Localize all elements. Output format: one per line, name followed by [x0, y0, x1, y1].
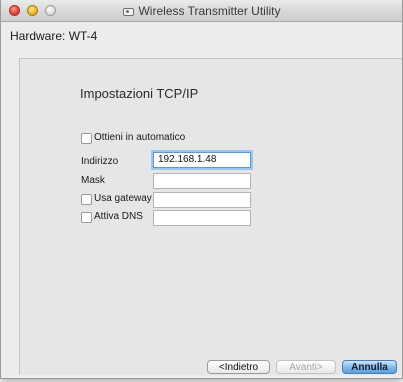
use-gateway-label: Usa gateway: [94, 193, 152, 204]
gateway-field[interactable]: [153, 192, 251, 208]
window-title-wrap: Wireless Transmitter Utility: [1, 4, 402, 18]
enable-dns-label: Attiva DNS: [94, 211, 143, 222]
cancel-button[interactable]: Annulla: [342, 360, 397, 374]
section-heading: Impostazioni TCP/IP: [80, 86, 199, 101]
title-bar[interactable]: Wireless Transmitter Utility: [1, 0, 402, 22]
auto-obtain-checkbox[interactable]: [81, 133, 92, 144]
dns-field[interactable]: [153, 210, 251, 226]
address-field[interactable]: [153, 152, 251, 168]
window-title: Wireless Transmitter Utility: [138, 4, 281, 18]
mask-label: Mask: [81, 175, 105, 186]
next-button[interactable]: Avanti>: [276, 360, 336, 374]
back-button[interactable]: <Indietro: [207, 360, 270, 374]
wireless-transmitter-icon: [122, 6, 135, 16]
use-gateway-checkbox[interactable]: [81, 194, 92, 205]
hardware-label: Hardware: WT-4: [10, 29, 98, 43]
enable-dns-checkbox[interactable]: [81, 212, 92, 223]
mask-field[interactable]: [153, 173, 251, 189]
auto-obtain-label: Ottieni in automatico: [94, 132, 186, 143]
address-label: Indirizzo: [81, 156, 119, 167]
